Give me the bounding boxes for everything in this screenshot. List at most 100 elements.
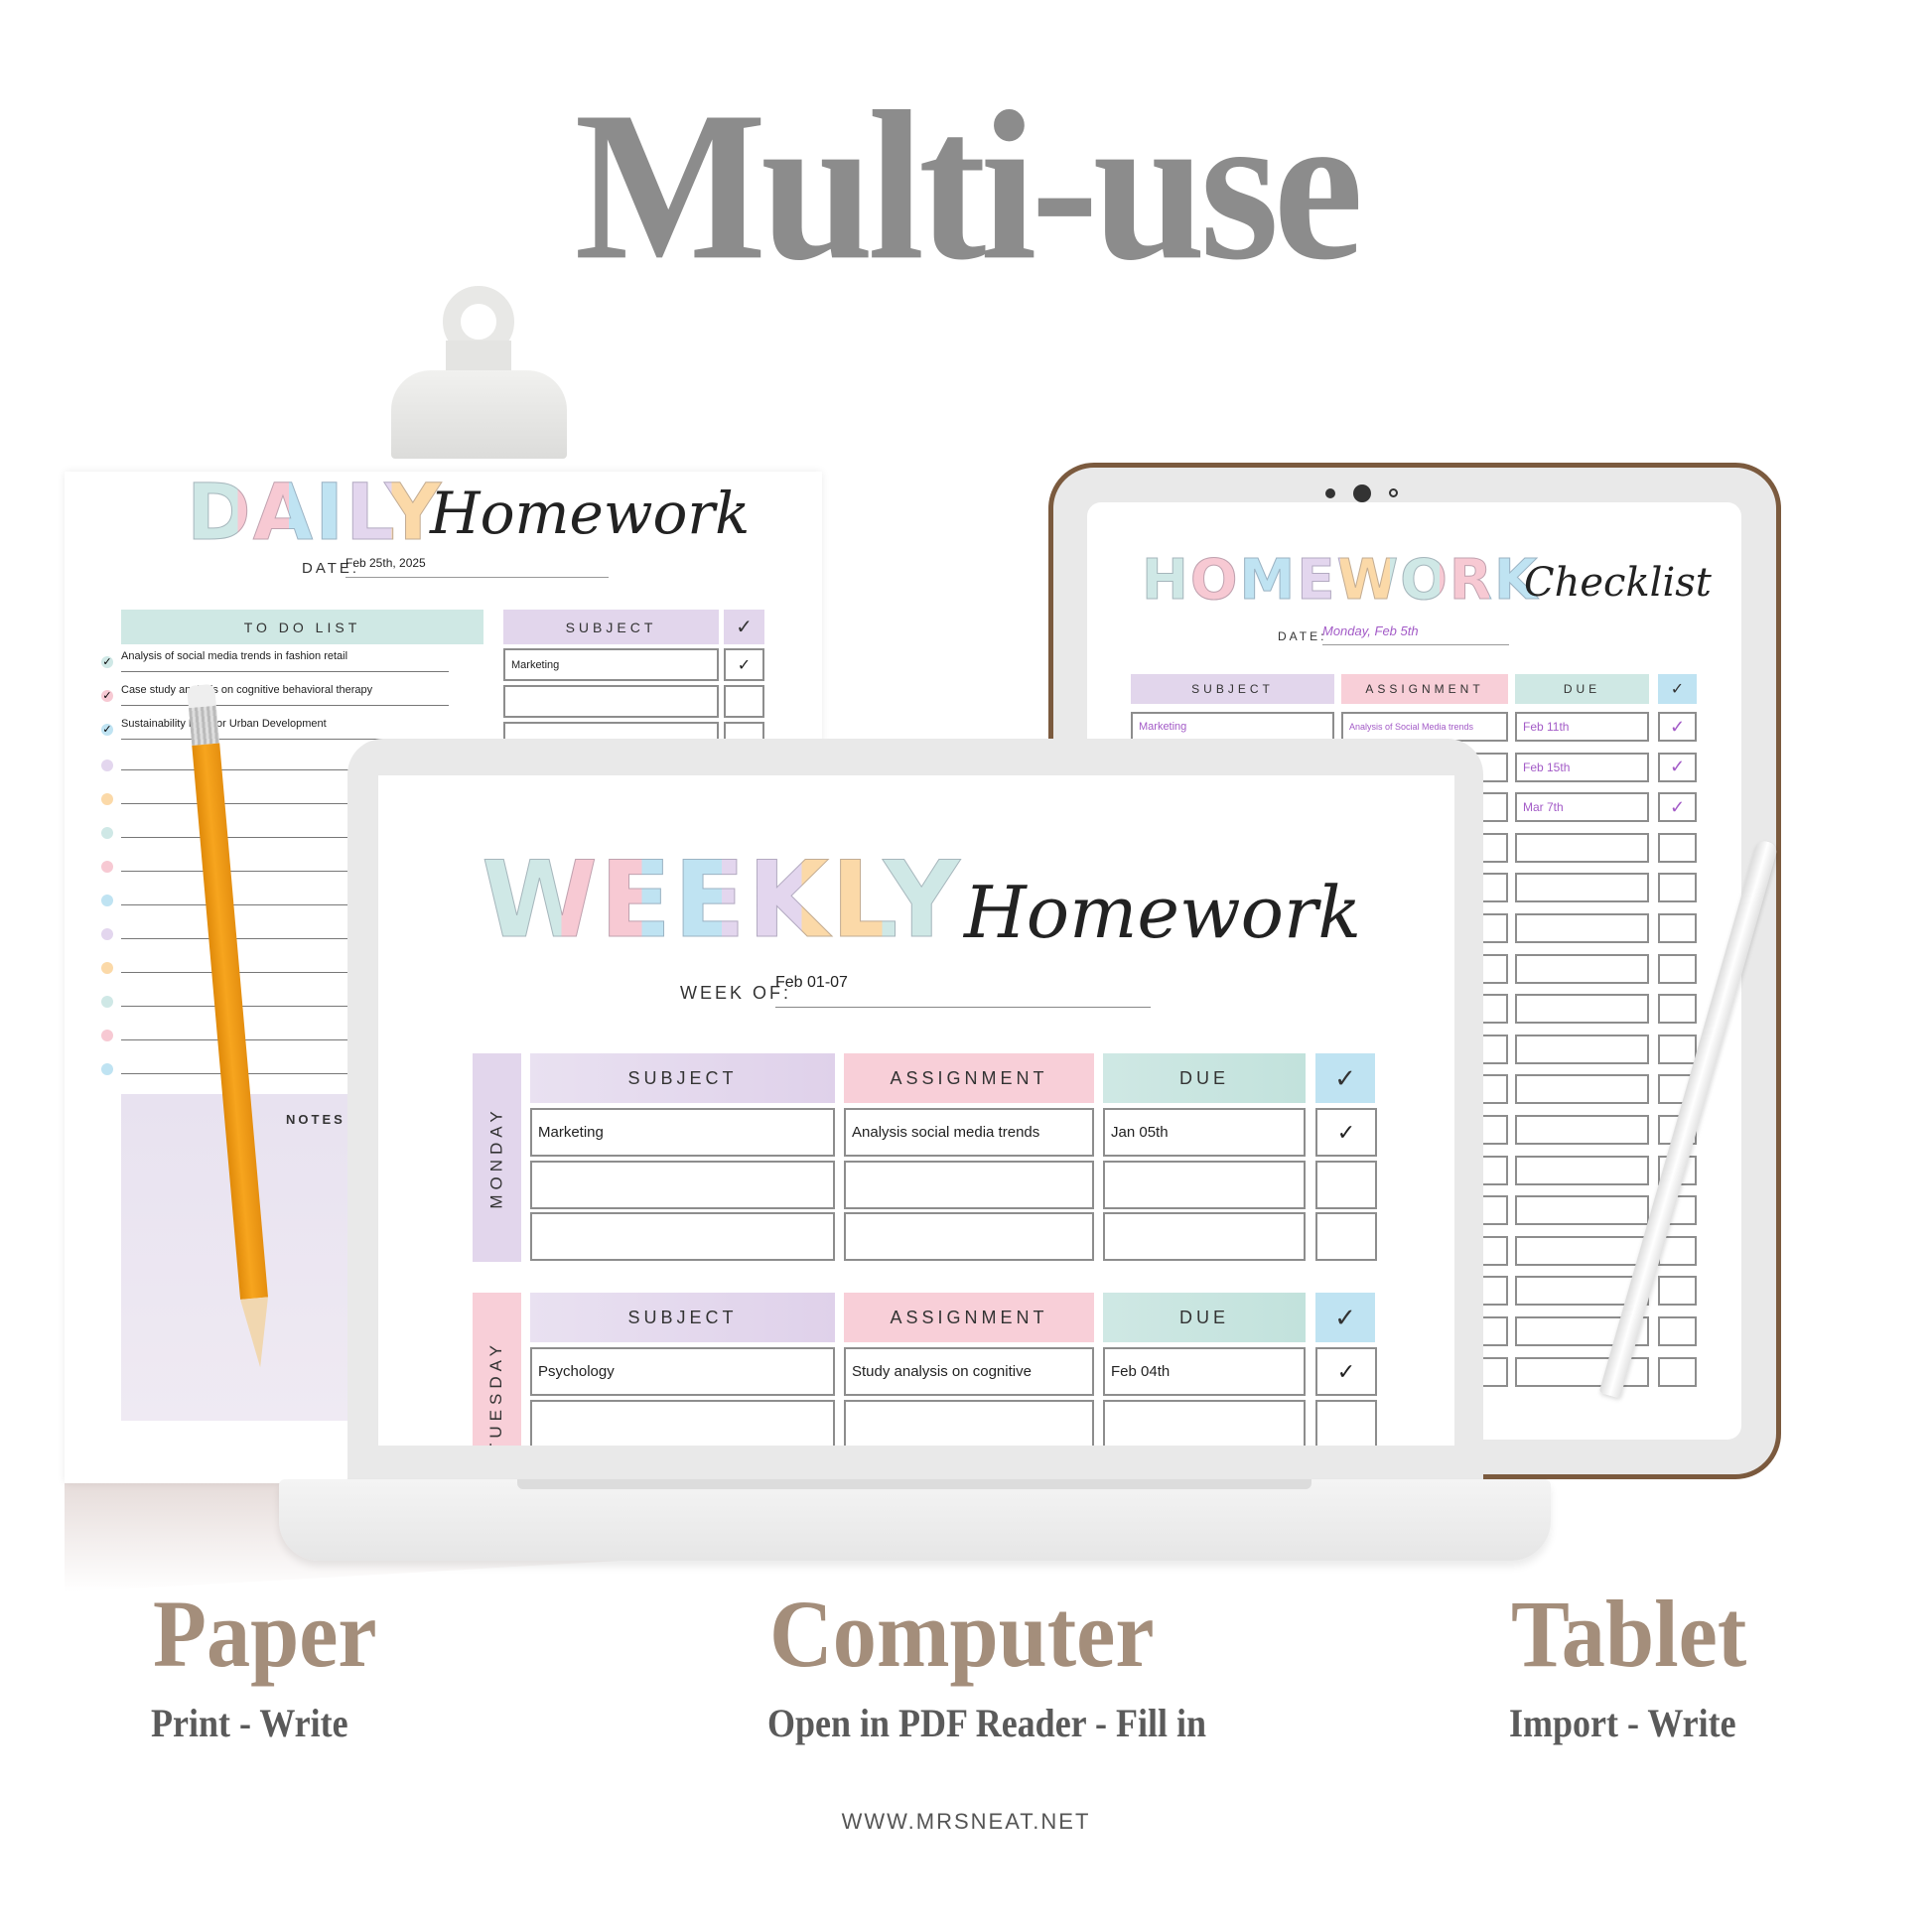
todo-item[interactable]: Case study analysis on cognitive behavio… (121, 684, 449, 706)
tablet-due-cell[interactable] (1515, 1235, 1649, 1266)
section-title: Computer (769, 1581, 1155, 1687)
tablet-due-cell[interactable] (1515, 1195, 1649, 1226)
todo-item[interactable]: Sustainability Plan for Urban Developmen… (121, 718, 449, 740)
tablet-check-cell[interactable] (1658, 953, 1697, 984)
weekly-subject-header: SUBJECT (530, 1293, 835, 1342)
weekly-check-cell[interactable] (1315, 1399, 1377, 1446)
section-title: Tablet (1511, 1581, 1747, 1687)
daily-check-cell[interactable] (724, 685, 764, 718)
section-subtitle: Open in PDF Reader - Fill in (767, 1701, 1207, 1745)
weekly-assignment-header: ASSIGNMENT (844, 1293, 1094, 1342)
weekly-due-cell[interactable] (1103, 1212, 1306, 1261)
weekly-assignment-cell[interactable]: Study analysis on cognitive (844, 1347, 1094, 1396)
weekly-assignment-cell[interactable] (844, 1212, 1094, 1261)
todo-bullet[interactable] (101, 827, 113, 839)
weekly-check-cell[interactable] (1315, 1160, 1377, 1209)
tablet-check-cell[interactable] (1658, 832, 1697, 863)
todo-bullet[interactable] (101, 996, 113, 1008)
daily-subject-cell[interactable] (503, 685, 719, 718)
weekly-subject-cell[interactable]: Marketing (530, 1108, 835, 1157)
todo-bullet[interactable] (101, 793, 113, 805)
tablet-due-cell[interactable] (1515, 994, 1649, 1025)
tablet-check-cell[interactable] (1658, 1316, 1697, 1346)
laptop-screen: WEEKLY Homework WEEK OF: Feb 01-07 MONDA… (378, 775, 1454, 1446)
todo-bullet[interactable] (101, 759, 113, 771)
tablet-due-cell[interactable]: Mar 7th (1515, 792, 1649, 823)
todo-check-icon[interactable]: ✓ (101, 724, 113, 736)
weekly-due-header: DUE (1103, 1053, 1306, 1103)
section-subtitle: Print - Write (151, 1701, 348, 1745)
tablet-due-cell[interactable] (1515, 913, 1649, 943)
weekly-due-cell[interactable] (1103, 1399, 1306, 1446)
tablet-assignment-cell[interactable]: Analysis of Social Media trends (1341, 712, 1508, 742)
weekly-assignment-header: ASSIGNMENT (844, 1053, 1094, 1103)
weekly-title-script: Homework (964, 871, 1362, 954)
weekly-check-header: ✓ (1315, 1293, 1375, 1342)
todo-bullet[interactable] (101, 928, 113, 940)
tablet-check-cell[interactable] (1658, 913, 1697, 943)
tablet-due-cell[interactable] (1515, 953, 1649, 984)
weekly-due-cell[interactable] (1103, 1160, 1306, 1209)
weekly-check-header: ✓ (1315, 1053, 1375, 1103)
tablet-due-cell[interactable]: Feb 15th (1515, 752, 1649, 782)
website-url[interactable]: WWW.MRSNEAT.NET (0, 1809, 1932, 1835)
weekly-title-word: WEEKLY (482, 839, 962, 961)
weekly-assignment-cell[interactable]: Analysis social media trends (844, 1108, 1094, 1157)
tablet-due-cell[interactable] (1515, 1115, 1649, 1145)
tablet-check-cell[interactable] (1658, 873, 1697, 903)
todo-check-icon[interactable]: ✓ (101, 690, 113, 702)
page-title: Multi-use (574, 68, 1364, 305)
todo-item[interactable]: Analysis of social media trends in fashi… (121, 650, 449, 672)
tablet-check-cell[interactable]: ✓ (1658, 792, 1697, 823)
weekly-subject-cell[interactable]: Psychology (530, 1347, 835, 1396)
tablet-due-cell[interactable] (1515, 1074, 1649, 1105)
day-label-band: TUESDAY (473, 1293, 521, 1446)
tablet-subject-cell[interactable]: Marketing (1131, 712, 1334, 742)
weekly-due-header: DUE (1103, 1293, 1306, 1342)
todo-bullet[interactable] (101, 861, 113, 873)
weekly-check-cell[interactable]: ✓ (1315, 1347, 1377, 1396)
weekly-due-cell[interactable]: Feb 04th (1103, 1347, 1306, 1396)
tablet-check-cell[interactable] (1658, 1276, 1697, 1307)
tablet-due-header: DUE (1515, 674, 1649, 704)
todo-bullet[interactable] (101, 895, 113, 906)
todo-bullet[interactable] (101, 962, 113, 974)
weekly-subject-cell[interactable] (530, 1399, 835, 1446)
todo-bullet[interactable] (101, 1030, 113, 1041)
todo-bullet[interactable] (101, 1063, 113, 1075)
weekly-subject-header: SUBJECT (530, 1053, 835, 1103)
weekly-check-cell[interactable] (1315, 1212, 1377, 1261)
weekly-due-cell[interactable]: Jan 05th (1103, 1108, 1306, 1157)
camera-icon (1353, 484, 1371, 502)
tablet-title-script: Checklist (1524, 560, 1712, 606)
tablet-date-field[interactable]: Monday, Feb 5th (1322, 623, 1509, 645)
weekly-assignment-cell[interactable] (844, 1399, 1094, 1446)
tablet-due-cell[interactable] (1515, 1155, 1649, 1185)
tablet-due-cell[interactable] (1515, 873, 1649, 903)
tablet-title-word: HOMEWORK (1141, 548, 1540, 613)
daily-subject-header: SUBJECT (503, 610, 719, 644)
daily-check-cell[interactable]: ✓ (724, 648, 764, 681)
tablet-date-value: Monday, Feb 5th (1322, 623, 1419, 638)
daily-check-header: ✓ (724, 610, 764, 644)
daily-date-field[interactable]: Feb 25th, 2025 (345, 556, 609, 578)
tablet-check-cell[interactable] (1658, 1034, 1697, 1064)
day-label: TUESDAY (486, 1339, 506, 1446)
weekly-subject-cell[interactable] (530, 1212, 835, 1261)
weekly-subject-cell[interactable] (530, 1160, 835, 1209)
weekly-assignment-cell[interactable] (844, 1160, 1094, 1209)
weekly-check-cell[interactable]: ✓ (1315, 1108, 1377, 1157)
tablet-due-cell[interactable]: Feb 11th (1515, 712, 1649, 742)
daily-date-value: Feb 25th, 2025 (345, 556, 426, 570)
tablet-due-cell[interactable] (1515, 832, 1649, 863)
tablet-check-cell[interactable] (1658, 1356, 1697, 1387)
week-of-field[interactable]: Feb 01-07 (775, 974, 1151, 1008)
tablet-due-cell[interactable] (1515, 1034, 1649, 1064)
tablet-date-label: DATE: (1278, 629, 1327, 643)
daily-title-script: Homework (430, 480, 751, 547)
todo-check-icon[interactable]: ✓ (101, 656, 113, 668)
tablet-check-cell[interactable]: ✓ (1658, 712, 1697, 742)
tablet-check-cell[interactable]: ✓ (1658, 752, 1697, 782)
daily-subject-cell[interactable]: Marketing (503, 648, 719, 681)
tablet-check-cell[interactable] (1658, 994, 1697, 1025)
